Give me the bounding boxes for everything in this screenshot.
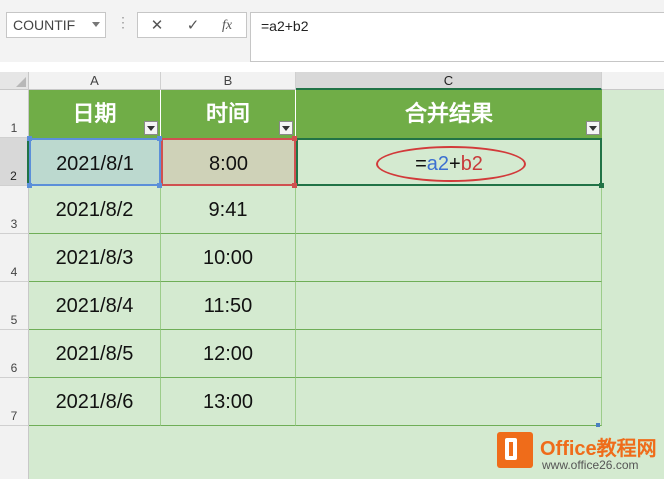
cell-a2[interactable]: 2021/8/1: [29, 138, 161, 186]
cancel-icon[interactable]: ✕: [144, 16, 170, 36]
name-box-value: COUNTIF: [13, 17, 76, 33]
formula-buttons: ✕ ✓ fx: [137, 12, 247, 38]
column-header-b[interactable]: B: [161, 72, 296, 90]
cell-a5[interactable]: 2021/8/4: [29, 282, 161, 330]
row-header-4[interactable]: 4: [0, 234, 29, 282]
cell-c5[interactable]: [296, 282, 602, 330]
more-options-icon[interactable]: ⋮: [116, 14, 130, 31]
row-header-6[interactable]: 6: [0, 330, 29, 378]
select-all-corner[interactable]: [0, 72, 29, 90]
cell-a3[interactable]: 2021/8/2: [29, 186, 161, 234]
row-header-3[interactable]: 3: [0, 186, 29, 234]
highlight-oval: [376, 146, 526, 182]
filter-dropdown-icon[interactable]: [144, 121, 158, 135]
cell-c4[interactable]: [296, 234, 602, 282]
row-header-1[interactable]: 1: [0, 90, 29, 138]
row-header-5[interactable]: 5: [0, 282, 29, 330]
cell-b5[interactable]: 11:50: [161, 282, 296, 330]
header-cell-time[interactable]: 时间: [161, 90, 296, 138]
cell-a7[interactable]: 2021/8/6: [29, 378, 161, 426]
cell-b2[interactable]: 8:00: [161, 138, 296, 186]
cell-b3[interactable]: 9:41: [161, 186, 296, 234]
select-all-triangle-icon: [16, 77, 26, 87]
range-handle[interactable]: [157, 183, 162, 188]
row-header-7[interactable]: 7: [0, 378, 29, 426]
header-cell-merge-result[interactable]: 合并结果: [296, 90, 602, 138]
watermark-title: Office教程网: [540, 438, 657, 460]
cell-c6[interactable]: [296, 330, 602, 378]
filter-dropdown-icon[interactable]: [279, 121, 293, 135]
range-handle[interactable]: [27, 183, 32, 188]
range-handle[interactable]: [27, 136, 32, 141]
insert-function-icon[interactable]: fx: [214, 16, 240, 36]
office-logo-icon: [497, 432, 533, 468]
cell-c3[interactable]: [296, 186, 602, 234]
cell-b7[interactable]: 13:00: [161, 378, 296, 426]
column-header-c[interactable]: C: [296, 72, 602, 90]
cell-b4[interactable]: 10:00: [161, 234, 296, 282]
row-header-8[interactable]: [0, 426, 29, 479]
range-handle[interactable]: [157, 136, 162, 141]
column-header-a[interactable]: A: [29, 72, 161, 90]
watermark-url: www.office26.com: [542, 458, 639, 472]
column-header-d[interactable]: [602, 72, 664, 90]
row-header-2[interactable]: 2: [0, 138, 29, 186]
table-resize-handle[interactable]: [596, 423, 600, 427]
header-cell-date[interactable]: 日期: [29, 90, 161, 138]
cell-c7[interactable]: [296, 378, 602, 426]
enter-check-icon[interactable]: ✓: [180, 16, 206, 36]
formula-input[interactable]: =a2+b2: [250, 12, 664, 62]
name-box[interactable]: COUNTIF: [6, 12, 106, 38]
filter-dropdown-icon[interactable]: [586, 121, 600, 135]
chevron-down-icon[interactable]: [92, 22, 100, 27]
cell-a6[interactable]: 2021/8/5: [29, 330, 161, 378]
cell-b6[interactable]: 12:00: [161, 330, 296, 378]
cell-a4[interactable]: 2021/8/3: [29, 234, 161, 282]
